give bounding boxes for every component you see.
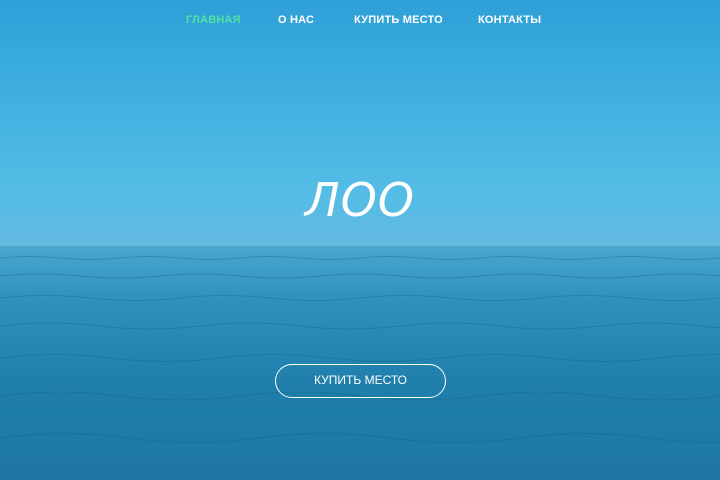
hero-background (0, 0, 720, 480)
nav-item-home[interactable]: ГЛАВНАЯ (186, 14, 241, 26)
site-logo: ЛОО (304, 173, 415, 227)
nav-item-buy-place[interactable]: КУПИТЬ МЕСТО (354, 14, 443, 26)
sea-waves-texture (0, 256, 720, 443)
buy-place-button[interactable]: КУПИТЬ МЕСТО (275, 364, 446, 398)
top-nav: ГЛАВНАЯ О НАС КУПИТЬ МЕСТО КОНТАКТЫ (0, 0, 720, 42)
nav-item-contacts[interactable]: КОНТАКТЫ (478, 14, 541, 26)
nav-item-about[interactable]: О НАС (278, 14, 314, 26)
